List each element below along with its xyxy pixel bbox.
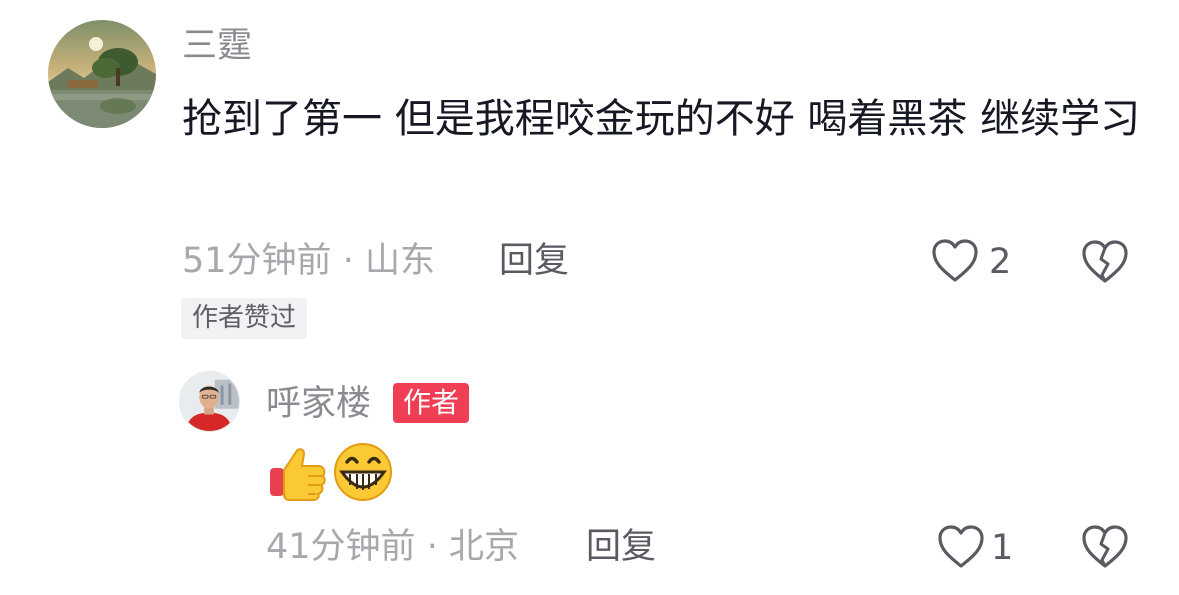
meta-separator: ·: [342, 241, 354, 281]
like-count: 2: [989, 242, 1012, 282]
reply-location: 北京: [448, 527, 519, 567]
author-liked-tag: 作者赞过: [181, 298, 308, 339]
comment-location: 山东: [364, 241, 435, 281]
comment-text: 抢到了第一 但是我程咬金玩的不好 喝着黑茶 继续学习: [182, 96, 1141, 142]
heart-outline-icon[interactable]: [937, 524, 985, 570]
author-badge: 作者: [393, 383, 470, 423]
person-avatar-image: [180, 372, 239, 431]
reply-avatar[interactable]: [179, 371, 240, 432]
broken-heart-icon[interactable]: [1081, 524, 1129, 570]
reply-time: 41分钟前: [266, 527, 416, 567]
heart-outline-icon[interactable]: [931, 238, 979, 284]
grinning-face-icon: [332, 442, 394, 502]
reply-username[interactable]: 呼家楼: [266, 387, 371, 422]
broken-heart-icon[interactable]: [1081, 239, 1129, 285]
comment-time: 51分钟前: [182, 241, 332, 281]
like-count: 1: [991, 528, 1014, 568]
avatar[interactable]: [48, 20, 156, 128]
reply-meta: 41分钟前 · 北京: [266, 530, 519, 565]
reply-button[interactable]: 回复: [586, 530, 656, 565]
comment-username[interactable]: 三霆: [182, 29, 252, 64]
meta-separator: ·: [426, 527, 438, 567]
reply-button[interactable]: 回复: [499, 244, 569, 279]
landscape-avatar-image: [48, 20, 156, 128]
thumbs-up-icon: [268, 444, 328, 502]
comment-meta: 51分钟前 · 山东: [182, 244, 435, 279]
